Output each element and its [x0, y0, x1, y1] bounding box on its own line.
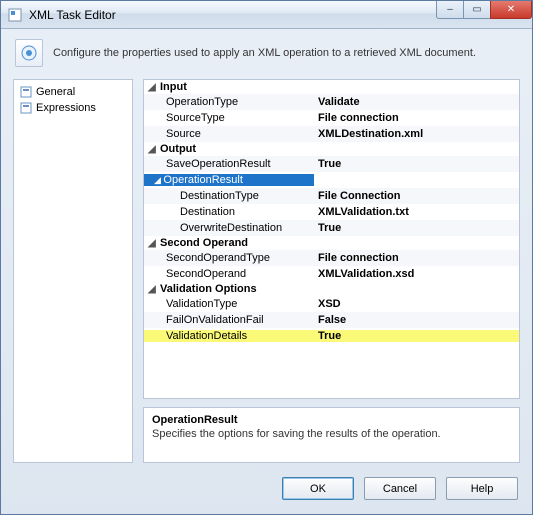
property-grid[interactable]: ◢InputOperationTypeValidateSourceTypeFil… [143, 79, 520, 399]
property-row[interactable]: ValidationDetailsTrue [144, 328, 519, 344]
nav-label: General [36, 86, 75, 98]
help-title: OperationResult [152, 414, 511, 426]
property-name: SecondOperandType [144, 252, 314, 264]
dialog-window: XML Task Editor – ▭ ✕ Configure the prop… [0, 0, 533, 515]
ok-button[interactable]: OK [282, 477, 354, 500]
property-row[interactable]: SourceXMLDestination.xml [144, 126, 519, 142]
window-controls: – ▭ ✕ [437, 1, 532, 28]
collapse-icon[interactable]: ◢ [148, 238, 158, 249]
property-row[interactable]: SecondOperandXMLValidation.xsd [144, 266, 519, 282]
category-row[interactable]: ◢Input [144, 80, 519, 94]
collapse-icon[interactable]: ◢ [148, 144, 158, 155]
property-name: OverwriteDestination [144, 222, 314, 234]
nav-item-general[interactable]: General [16, 84, 130, 100]
description-text: Configure the properties used to apply a… [53, 47, 476, 59]
property-name: SaveOperationResult [144, 158, 314, 170]
property-help: OperationResult Specifies the options fo… [143, 407, 520, 463]
minimize-button[interactable]: – [436, 1, 464, 19]
property-row[interactable]: SecondOperandTypeFile connection [144, 250, 519, 266]
property-value[interactable]: True [314, 330, 519, 342]
property-value[interactable]: File connection [314, 112, 519, 124]
property-name: SourceType [144, 112, 314, 124]
property-row[interactable]: DestinationTypeFile Connection [144, 188, 519, 204]
property-row[interactable]: SaveOperationResultTrue [144, 156, 519, 172]
task-icon [15, 39, 43, 67]
property-name: DestinationType [144, 190, 314, 202]
maximize-button[interactable]: ▭ [463, 1, 491, 19]
property-name: Destination [144, 206, 314, 218]
property-value[interactable]: XMLValidation.txt [314, 206, 519, 218]
property-name: OperationType [144, 96, 314, 108]
help-desc: Specifies the options for saving the res… [152, 428, 511, 440]
property-name: ValidationDetails [144, 330, 314, 342]
help-button[interactable]: Help [446, 477, 518, 500]
property-name: SecondOperand [144, 268, 314, 280]
nav-label: Expressions [36, 102, 96, 114]
titlebar[interactable]: XML Task Editor – ▭ ✕ [1, 1, 532, 29]
dialog-body: General Expressions ◢InputOperationTypeV… [1, 75, 532, 471]
property-row[interactable]: ValidationTypeXSD [144, 296, 519, 312]
category-name: Output [160, 143, 519, 155]
property-value[interactable]: True [314, 222, 519, 234]
category-row[interactable]: ◢Second Operand [144, 236, 519, 250]
property-name: FailOnValidationFail [144, 314, 314, 326]
property-row[interactable]: SourceTypeFile connection [144, 110, 519, 126]
category-name: Validation Options [160, 283, 519, 295]
category-name: Second Operand [160, 237, 519, 249]
property-row[interactable]: FailOnValidationFailFalse [144, 312, 519, 328]
dialog-footer: OK Cancel Help [1, 471, 532, 514]
property-value[interactable]: File Connection [314, 190, 519, 202]
property-row[interactable]: DestinationXMLValidation.txt [144, 204, 519, 220]
page-icon [20, 86, 32, 98]
collapse-icon[interactable]: ◢ [148, 82, 158, 93]
property-row[interactable]: OverwriteDestinationTrue [144, 220, 519, 236]
description-row: Configure the properties used to apply a… [1, 29, 532, 75]
cancel-button[interactable]: Cancel [364, 477, 436, 500]
category-row[interactable]: ◢Validation Options [144, 282, 519, 296]
property-value[interactable]: XMLValidation.xsd [314, 268, 519, 280]
category-name: Input [160, 81, 519, 93]
app-icon [7, 7, 23, 23]
property-row[interactable]: OperationTypeValidate [144, 94, 519, 110]
property-row[interactable]: ◢ OperationResult [144, 172, 519, 188]
property-value[interactable]: XMLDestination.xml [314, 128, 519, 140]
property-value[interactable]: Validate [314, 96, 519, 108]
property-name: Source [144, 128, 314, 140]
nav-item-expressions[interactable]: Expressions [16, 100, 130, 116]
property-value[interactable]: File connection [314, 252, 519, 264]
property-name: ◢ OperationResult [144, 174, 314, 186]
property-name: ValidationType [144, 298, 314, 310]
right-column: ◢InputOperationTypeValidateSourceTypeFil… [143, 79, 520, 463]
property-value[interactable]: XSD [314, 298, 519, 310]
property-value[interactable]: False [314, 314, 519, 326]
close-button[interactable]: ✕ [490, 1, 532, 19]
page-nav: General Expressions [13, 79, 133, 463]
collapse-icon[interactable]: ◢ [148, 284, 158, 295]
property-value[interactable]: True [314, 158, 519, 170]
window-title: XML Task Editor [29, 8, 116, 22]
page-icon [20, 102, 32, 114]
category-row[interactable]: ◢Output [144, 142, 519, 156]
